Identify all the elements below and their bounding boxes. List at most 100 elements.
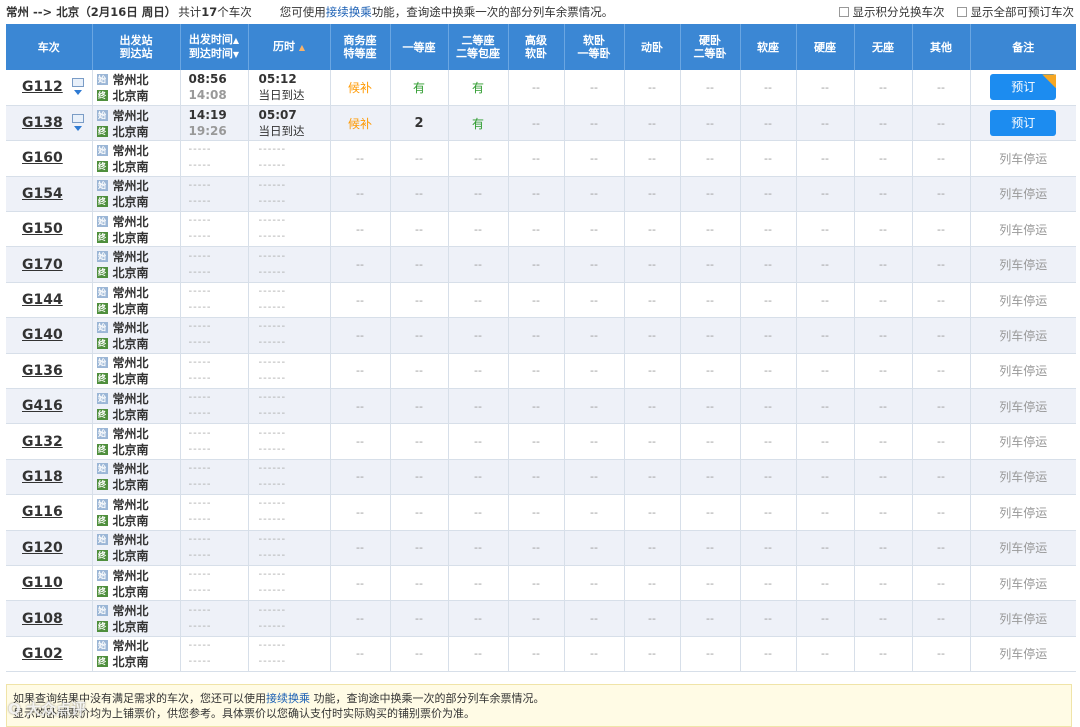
col-duration[interactable]: 历时 ▲ [248, 24, 331, 70]
seat-cell: -- [390, 423, 449, 460]
train-number-link[interactable]: G138 [22, 115, 63, 131]
train-number-link[interactable]: G170 [22, 257, 63, 273]
seat-cell: -- [508, 530, 565, 566]
stations-cell: 始常州北终北京南 [92, 530, 181, 566]
from-station: 始常州北 [96, 356, 149, 371]
duration-cell: ------ ------ [248, 459, 331, 496]
duration-cell: ------ ------ [248, 353, 331, 390]
train-number-link[interactable]: G150 [22, 221, 63, 237]
points-exchange-check[interactable]: 显示积分兑换车次 [838, 4, 945, 20]
seat-cell: -- [680, 176, 741, 213]
seat-cell: -- [508, 211, 565, 248]
notice-transfer-link[interactable]: 接续换乘 [266, 692, 310, 705]
train-number-link[interactable]: G144 [22, 292, 63, 308]
train-info-icon[interactable] [72, 78, 84, 87]
table-row: G132 始常州北终北京南 ----- ----- ------ ------ -- -- --… [6, 423, 1076, 460]
expand-arrow-icon[interactable] [74, 125, 82, 131]
train-info-icon[interactable] [72, 113, 84, 123]
seat-cell: -- [564, 565, 625, 602]
seat-cell: -- [740, 70, 797, 106]
seat-cell: -- [854, 211, 913, 248]
train-number-link[interactable]: G112 [22, 79, 63, 95]
checkbox-icon[interactable] [838, 7, 849, 17]
seat-cell: -- [448, 282, 509, 319]
train-number-link[interactable]: G118 [22, 469, 63, 485]
times-cell: ----- ----- [180, 423, 249, 460]
end-station-icon: 终 [96, 550, 108, 562]
table-row: G138 始常州北终北京南 14:19 19:26 05:07 当日到达 候补 2 有 -- -- -… [6, 105, 1076, 142]
status-stopped: 列车停运 [999, 258, 1048, 273]
train-number-link[interactable]: G132 [22, 434, 63, 450]
times-cell: ----- ----- [180, 565, 249, 602]
train-number-link[interactable]: G108 [22, 611, 63, 627]
stations-cell: 始常州北终北京南 [92, 636, 181, 673]
to-station: 终北京南 [96, 266, 149, 281]
transfer-link[interactable]: 接续换乘 [326, 5, 372, 19]
seat-cell: -- [448, 423, 509, 460]
second-class-cell[interactable]: 有 [448, 70, 509, 106]
book-button[interactable]: 预订 [990, 110, 1057, 137]
seat-cell: -- [740, 317, 797, 354]
seat-cell: -- [330, 353, 391, 390]
to-station: 终北京南 [96, 478, 149, 493]
times-cell: ----- ----- [180, 246, 249, 283]
seat-cell: -- [448, 600, 509, 637]
seat-cell: -- [508, 423, 565, 460]
train-number-link[interactable]: G160 [22, 150, 63, 166]
times-cell: ----- ----- [180, 388, 249, 425]
duration-cell: ------ ------ [248, 388, 331, 425]
start-station-icon: 始 [96, 109, 108, 121]
seat-cell: -- [854, 423, 913, 460]
seat-cell: -- [508, 353, 565, 390]
seat-cell: -- [854, 388, 913, 425]
second-class-cell[interactable]: 有 [448, 105, 509, 142]
col-times[interactable]: 出发时间▲ 到达时间▼ [180, 24, 249, 70]
duration-cell: 05:12 当日到达 [248, 70, 331, 106]
first-class-cell[interactable]: 有 [390, 70, 449, 106]
end-station-icon: 终 [96, 125, 108, 137]
business-seat-cell[interactable]: 候补 [330, 105, 391, 142]
seat-cell: -- [912, 140, 971, 177]
seat-cell: -- [448, 140, 509, 177]
train-number-link[interactable]: G116 [22, 504, 63, 520]
seat-cell: -- [624, 423, 681, 460]
seat-cell: -- [854, 353, 913, 390]
status-stopped: 列车停运 [999, 612, 1048, 627]
stations-cell: 始常州北终北京南 [92, 494, 181, 531]
train-number-link[interactable]: G140 [22, 327, 63, 343]
train-number-link[interactable]: G120 [22, 540, 63, 556]
seat-cell: -- [390, 282, 449, 319]
seat-cell: -- [564, 246, 625, 283]
seat-cell: -- [330, 282, 391, 319]
stations-cell: 始常州北终北京南 [92, 423, 181, 460]
train-number-link[interactable]: G110 [22, 575, 63, 591]
train-number-link[interactable]: G136 [22, 363, 63, 379]
seat-cell: -- [624, 530, 681, 566]
from-station: 始常州北 [96, 250, 149, 265]
train-cell: G108 [6, 600, 93, 637]
end-station-icon: 终 [96, 408, 108, 420]
train-number-link[interactable]: G416 [22, 398, 63, 414]
seat-cell: -- [624, 246, 681, 283]
book-button[interactable]: 预订 [990, 74, 1057, 101]
seat-cell: -- [330, 140, 391, 177]
from-station: 始常州北 [96, 143, 149, 158]
seat-cell: -- [854, 317, 913, 354]
train-number-link[interactable]: G102 [22, 646, 63, 662]
remark-cell: 列车停运 [970, 246, 1076, 283]
all-bookable-check[interactable]: 显示全部可预订车次 [956, 4, 1074, 20]
expand-arrow-icon[interactable] [74, 90, 82, 95]
end-station-icon: 终 [96, 160, 108, 172]
from-station: 始常州北 [96, 639, 149, 654]
business-seat-cell[interactable]: 候补 [330, 70, 391, 106]
duration-cell: ------ ------ [248, 530, 331, 566]
seat-cell: -- [624, 176, 681, 213]
seat-cell: -- [796, 282, 855, 319]
first-class-cell[interactable]: 2 [390, 105, 449, 142]
remark-cell: 列车停运 [970, 317, 1076, 354]
seat-cell: -- [854, 70, 913, 106]
seat-cell: -- [508, 565, 565, 602]
train-number-link[interactable]: G154 [22, 186, 63, 202]
seat-cell: -- [564, 140, 625, 177]
checkbox-icon[interactable] [956, 7, 967, 17]
